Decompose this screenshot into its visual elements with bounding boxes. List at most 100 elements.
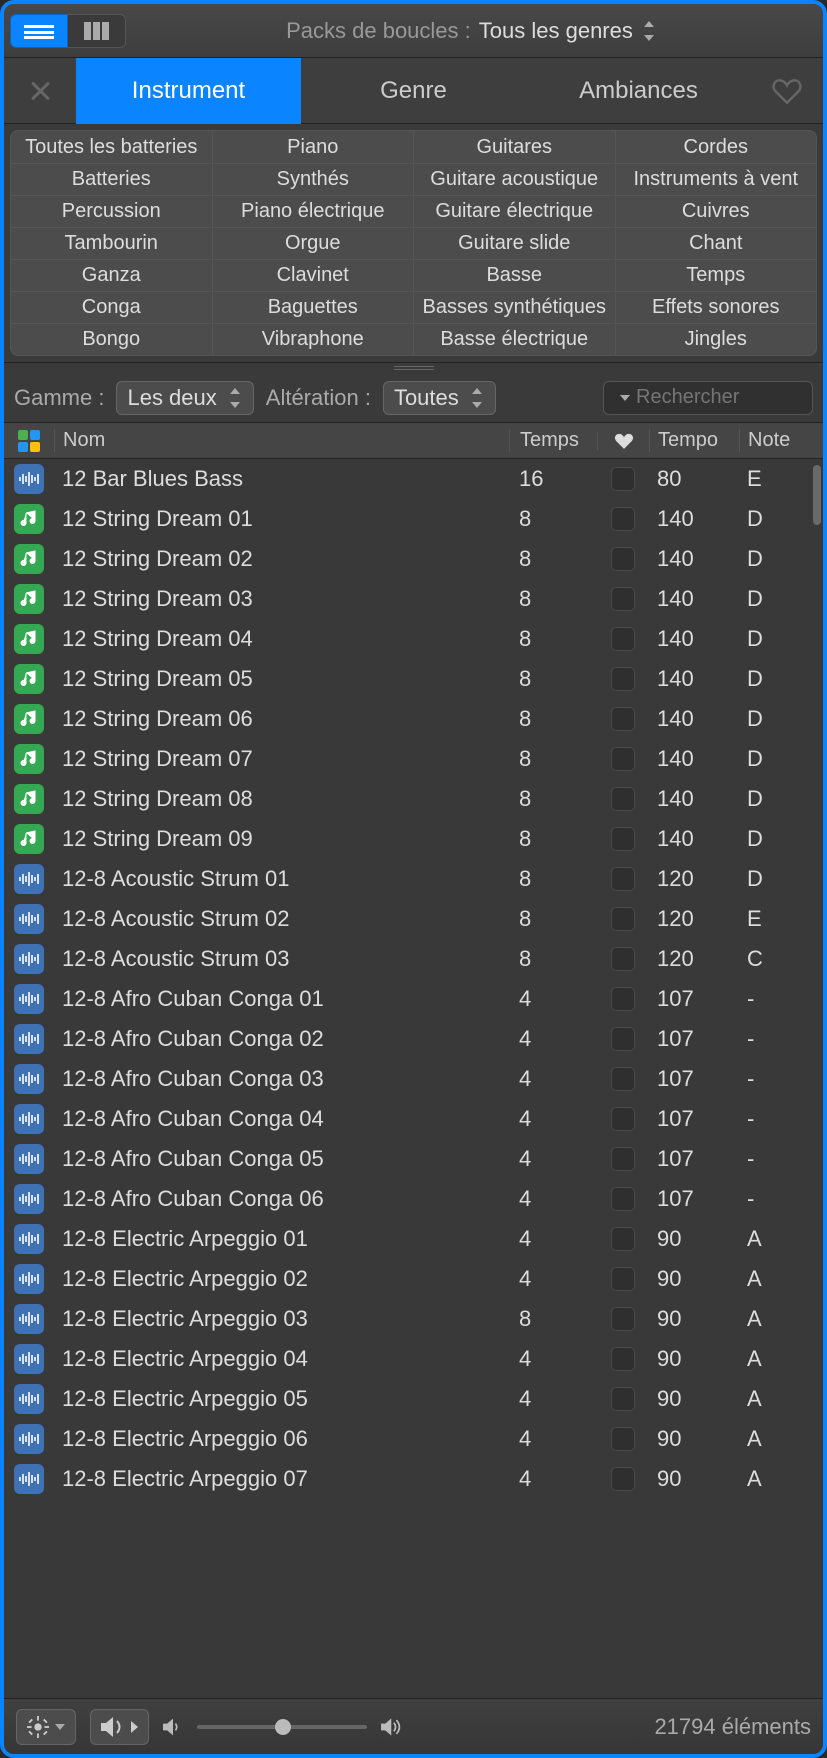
- table-row[interactable]: 12-8 Afro Cuban Conga 024107-: [4, 1019, 823, 1059]
- favorite-checkbox[interactable]: [611, 827, 635, 851]
- tab-genre[interactable]: Genre: [301, 58, 526, 124]
- table-row[interactable]: 12-8 Afro Cuban Conga 014107-: [4, 979, 823, 1019]
- category-piano-lectrique[interactable]: Piano électrique: [212, 195, 414, 227]
- favorite-checkbox[interactable]: [611, 747, 635, 771]
- favorite-checkbox[interactable]: [611, 1467, 635, 1491]
- favorites-tab[interactable]: [751, 78, 823, 104]
- category-toutes-les-batteries[interactable]: Toutes les batteries: [11, 131, 212, 163]
- table-row[interactable]: 12-8 Acoustic Strum 028120E: [4, 899, 823, 939]
- favorite-checkbox[interactable]: [611, 1387, 635, 1411]
- tab-ambiances[interactable]: Ambiances: [526, 58, 751, 124]
- favorite-checkbox[interactable]: [611, 1227, 635, 1251]
- category-baguettes[interactable]: Baguettes: [212, 291, 414, 323]
- favorite-checkbox[interactable]: [611, 667, 635, 691]
- category-conga[interactable]: Conga: [11, 291, 212, 323]
- category-percussion[interactable]: Percussion: [11, 195, 212, 227]
- table-row[interactable]: 12 String Dream 068140D: [4, 699, 823, 739]
- table-row[interactable]: 12-8 Afro Cuban Conga 034107-: [4, 1059, 823, 1099]
- category-vibraphone[interactable]: Vibraphone: [212, 323, 414, 355]
- category-guitares[interactable]: Guitares: [413, 131, 615, 163]
- table-row[interactable]: 12-8 Afro Cuban Conga 054107-: [4, 1139, 823, 1179]
- gamme-dropdown[interactable]: Les deux: [116, 381, 253, 415]
- view-mode-button-columns[interactable]: [68, 14, 126, 48]
- category-basses-synth-tiques[interactable]: Basses synthétiques: [413, 291, 615, 323]
- category-temps[interactable]: Temps: [615, 259, 817, 291]
- table-row[interactable]: 12 String Dream 048140D: [4, 619, 823, 659]
- resize-grip[interactable]: [4, 363, 823, 373]
- category-cordes[interactable]: Cordes: [615, 131, 817, 163]
- table-row[interactable]: 12-8 Electric Arpeggio 01490A: [4, 1219, 823, 1259]
- favorite-checkbox[interactable]: [611, 547, 635, 571]
- volume-slider[interactable]: [197, 1725, 367, 1729]
- category-jingles[interactable]: Jingles: [615, 323, 817, 355]
- table-row[interactable]: 12-8 Acoustic Strum 038120C: [4, 939, 823, 979]
- favorite-checkbox[interactable]: [611, 1107, 635, 1131]
- column-temps[interactable]: Temps: [509, 429, 597, 452]
- table-row[interactable]: 12 Bar Blues Bass1680E: [4, 459, 823, 499]
- category-guitare-acoustique[interactable]: Guitare acoustique: [413, 163, 615, 195]
- category-synth-s[interactable]: Synthés: [212, 163, 414, 195]
- category-instruments-vent[interactable]: Instruments à vent: [615, 163, 817, 195]
- table-row[interactable]: 12 String Dream 088140D: [4, 779, 823, 819]
- favorite-checkbox[interactable]: [611, 627, 635, 651]
- favorite-checkbox[interactable]: [611, 867, 635, 891]
- search-input[interactable]: [636, 386, 827, 409]
- volume-knob[interactable]: [275, 1719, 291, 1735]
- category-clavinet[interactable]: Clavinet: [212, 259, 414, 291]
- category-tambourin[interactable]: Tambourin: [11, 227, 212, 259]
- column-note[interactable]: Note: [739, 429, 809, 452]
- category-guitare-lectrique[interactable]: Guitare électrique: [413, 195, 615, 227]
- favorite-checkbox[interactable]: [611, 467, 635, 491]
- loop-pack-selector[interactable]: Packs de boucles : Tous les genres: [126, 18, 817, 44]
- category-basse[interactable]: Basse: [413, 259, 615, 291]
- table-row[interactable]: 12-8 Afro Cuban Conga 064107-: [4, 1179, 823, 1219]
- favorite-checkbox[interactable]: [611, 787, 635, 811]
- table-row[interactable]: 12 String Dream 018140D: [4, 499, 823, 539]
- favorite-checkbox[interactable]: [611, 987, 635, 1011]
- favorite-checkbox[interactable]: [611, 1307, 635, 1331]
- favorite-checkbox[interactable]: [611, 1147, 635, 1171]
- search-box[interactable]: [603, 381, 813, 415]
- favorite-checkbox[interactable]: [611, 587, 635, 611]
- table-row[interactable]: 12-8 Electric Arpeggio 05490A: [4, 1379, 823, 1419]
- scrollbar-thumb[interactable]: [813, 465, 821, 525]
- favorite-checkbox[interactable]: [611, 1427, 635, 1451]
- category-basse-lectrique[interactable]: Basse électrique: [413, 323, 615, 355]
- alteration-dropdown[interactable]: Toutes: [383, 381, 496, 415]
- favorite-checkbox[interactable]: [611, 507, 635, 531]
- category-ganza[interactable]: Ganza: [11, 259, 212, 291]
- favorite-checkbox[interactable]: [611, 1187, 635, 1211]
- tab-instrument[interactable]: Instrument: [76, 58, 301, 124]
- category-batteries[interactable]: Batteries: [11, 163, 212, 195]
- preview-volume-button[interactable]: [90, 1709, 149, 1745]
- table-row[interactable]: 12 String Dream 098140D: [4, 819, 823, 859]
- table-row[interactable]: 12-8 Electric Arpeggio 07490A: [4, 1459, 823, 1499]
- category-guitare-slide[interactable]: Guitare slide: [413, 227, 615, 259]
- column-nom[interactable]: Nom: [54, 429, 509, 452]
- view-mode-button-list[interactable]: [10, 14, 68, 48]
- settings-button[interactable]: [16, 1709, 76, 1745]
- table-row[interactable]: 12-8 Acoustic Strum 018120D: [4, 859, 823, 899]
- table-row[interactable]: 12 String Dream 038140D: [4, 579, 823, 619]
- column-type[interactable]: [4, 430, 54, 452]
- category-bongo[interactable]: Bongo: [11, 323, 212, 355]
- favorite-checkbox[interactable]: [611, 707, 635, 731]
- category-piano[interactable]: Piano: [212, 131, 414, 163]
- category-cuivres[interactable]: Cuivres: [615, 195, 817, 227]
- favorite-checkbox[interactable]: [611, 1267, 635, 1291]
- column-favorite[interactable]: [597, 432, 649, 450]
- table-row[interactable]: 12 String Dream 078140D: [4, 739, 823, 779]
- table-row[interactable]: 12-8 Electric Arpeggio 03890A: [4, 1299, 823, 1339]
- category-orgue[interactable]: Orgue: [212, 227, 414, 259]
- table-row[interactable]: 12-8 Afro Cuban Conga 044107-: [4, 1099, 823, 1139]
- favorite-checkbox[interactable]: [611, 907, 635, 931]
- favorite-checkbox[interactable]: [611, 1027, 635, 1051]
- table-row[interactable]: 12 String Dream 058140D: [4, 659, 823, 699]
- favorite-checkbox[interactable]: [611, 1347, 635, 1371]
- table-row[interactable]: 12 String Dream 028140D: [4, 539, 823, 579]
- clear-filters-button[interactable]: [4, 77, 76, 105]
- favorite-checkbox[interactable]: [611, 947, 635, 971]
- category-chant[interactable]: Chant: [615, 227, 817, 259]
- table-row[interactable]: 12-8 Electric Arpeggio 02490A: [4, 1259, 823, 1299]
- favorite-checkbox[interactable]: [611, 1067, 635, 1091]
